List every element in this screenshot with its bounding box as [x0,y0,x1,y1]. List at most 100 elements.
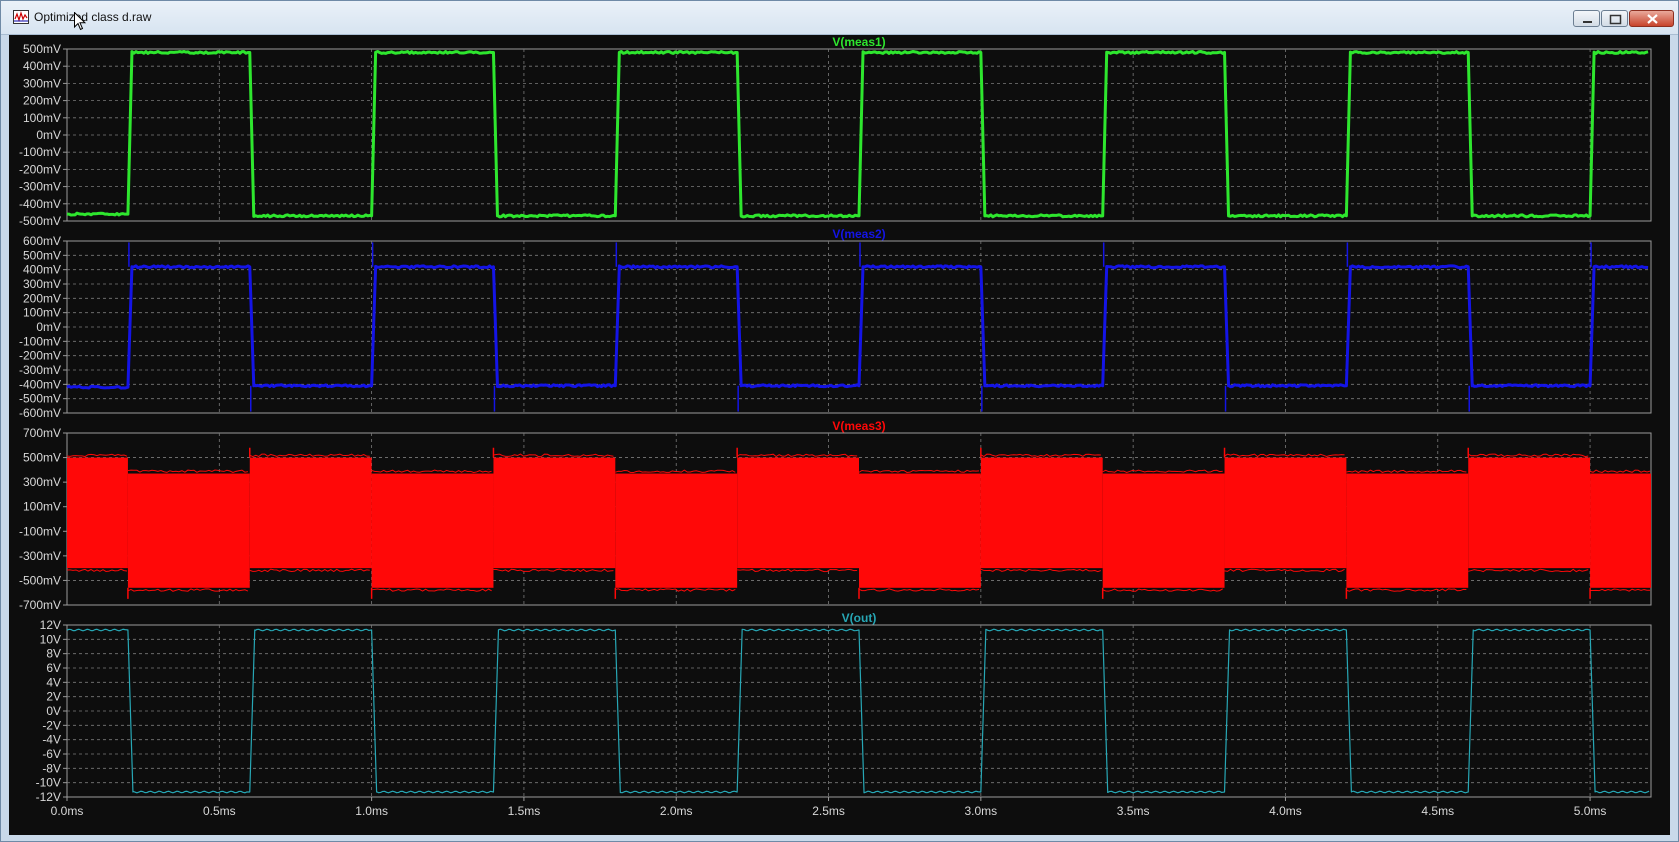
y-tick-label: 300mV [23,277,61,291]
y-tick-label: -100mV [19,524,61,538]
y-tick-label: 8V [46,647,61,661]
x-tick-label: 1.5ms [508,804,541,818]
y-tick-label: 400mV [23,59,61,73]
signal-band-segment [67,458,128,569]
waveform-app-icon [13,10,29,24]
signal-band-segment [250,458,372,569]
signal-band-bottom-edge [1103,589,1223,591]
y-tick-label: 2V [46,690,61,704]
signal-band-segment [372,474,494,588]
y-tick-label: 700mV [23,426,61,440]
y-tick-label: -10V [36,776,61,790]
close-icon [1630,11,1675,28]
x-tick-label: 0.0ms [51,804,84,818]
y-tick-label: 4V [46,675,61,689]
signal-band-top-edge [737,454,857,456]
signal-band-top-edge [1590,470,1650,472]
y-tick-label: -300mV [19,180,61,194]
signal-band-bottom-edge [1346,589,1466,591]
trace-title: V(meas1) [832,35,885,49]
plot-area[interactable]: 500mV 400mV 300mV 200mV 100mV 0mV -100mV -200mV… [9,35,1670,835]
signal-band-top-edge [1225,454,1345,456]
x-tick-label: 0.5ms [203,804,236,818]
signal-band-top-edge [493,454,613,456]
y-tick-label: 10V [40,632,61,646]
trace-title: V(meas3) [832,419,885,433]
signal-band-segment [128,474,250,588]
y-tick-label: 6V [46,661,61,675]
y-tick-label: -200mV [19,349,61,363]
x-tick-label: 2.5ms [812,804,845,818]
y-tick-label: -2V [42,718,61,732]
x-tick-label: 2.0ms [660,804,693,818]
signal-band-top-edge [859,470,979,472]
title-bar[interactable]: Optimized class d.raw [1,1,1678,35]
trace-title: V(meas2) [832,227,885,241]
y-tick-label: 100mV [23,306,61,320]
y-tick-label: -100mV [19,145,61,159]
mouse-pointer-icon [74,12,86,31]
y-tick-label: -100mV [19,334,61,348]
signal-band-bottom-edge [67,569,127,571]
y-tick-label: 0mV [36,320,61,334]
waveform-plots[interactable]: 500mV400mV300mV200mV100mV0mV-100mV-200mV… [9,35,1670,835]
y-tick-label: 500mV [23,451,61,465]
y-tick-label: -500mV [19,573,61,587]
y-tick-label: -200mV [19,162,61,176]
signal-band-top-edge [981,454,1101,456]
maximize-button[interactable] [1601,10,1628,27]
y-tick-label: -700mV [19,598,61,612]
window-title: Optimized class d.raw [34,10,151,24]
signal-band-bottom-edge [1590,589,1650,591]
signal-band-top-edge [128,470,248,472]
close-button[interactable] [1629,10,1674,27]
signal-band-top-edge [372,470,492,472]
y-tick-label: 600mV [23,234,61,248]
signal-trace [67,266,1648,388]
maximize-icon [1602,11,1629,28]
minimize-icon [1574,11,1601,28]
y-tick-label: -500mV [19,214,61,228]
y-tick-label: -6V [42,747,61,761]
y-tick-label: -8V [42,761,61,775]
y-tick-label: 400mV [23,263,61,277]
y-tick-label: -400mV [19,377,61,391]
signal-band-top-edge [1346,470,1466,472]
y-tick-label: 12V [40,618,61,632]
signal-band-bottom-edge [372,589,492,591]
signal-band-bottom-edge [1225,569,1345,571]
signal-band-bottom-edge [250,569,370,571]
signal-band-segment [981,458,1103,569]
x-tick-label: 5.0ms [1574,804,1607,818]
y-tick-label: 500mV [23,42,61,56]
signal-band-segment [1225,458,1347,569]
signal-band-segment [1103,474,1225,588]
signal-band-segment [493,458,615,569]
y-tick-label: 300mV [23,76,61,90]
y-tick-label: 200mV [23,291,61,305]
signal-band-top-edge [250,454,370,456]
x-tick-label: 4.5ms [1421,804,1454,818]
signal-band-top-edge [1103,470,1223,472]
y-tick-label: -4V [42,733,61,747]
signal-band-segment [615,474,737,588]
y-tick-label: -400mV [19,197,61,211]
y-tick-label: 0V [46,704,61,718]
y-tick-label: -500mV [19,392,61,406]
signal-band-bottom-edge [493,569,613,571]
y-tick-label: -300mV [19,363,61,377]
signal-band-bottom-edge [615,589,735,591]
x-tick-label: 4.0ms [1269,804,1302,818]
y-tick-label: 300mV [23,475,61,489]
y-tick-label: 200mV [23,94,61,108]
signal-band-bottom-edge [981,569,1101,571]
signal-band-bottom-edge [737,569,857,571]
x-tick-label: 3.5ms [1117,804,1150,818]
y-tick-label: -600mV [19,406,61,420]
minimize-button[interactable] [1573,10,1600,27]
signal-band-top-edge [67,454,127,456]
x-tick-label: 1.0ms [355,804,388,818]
signal-band-segment [1590,474,1651,588]
y-tick-label: 100mV [23,111,61,125]
x-tick-label: 3.0ms [965,804,998,818]
